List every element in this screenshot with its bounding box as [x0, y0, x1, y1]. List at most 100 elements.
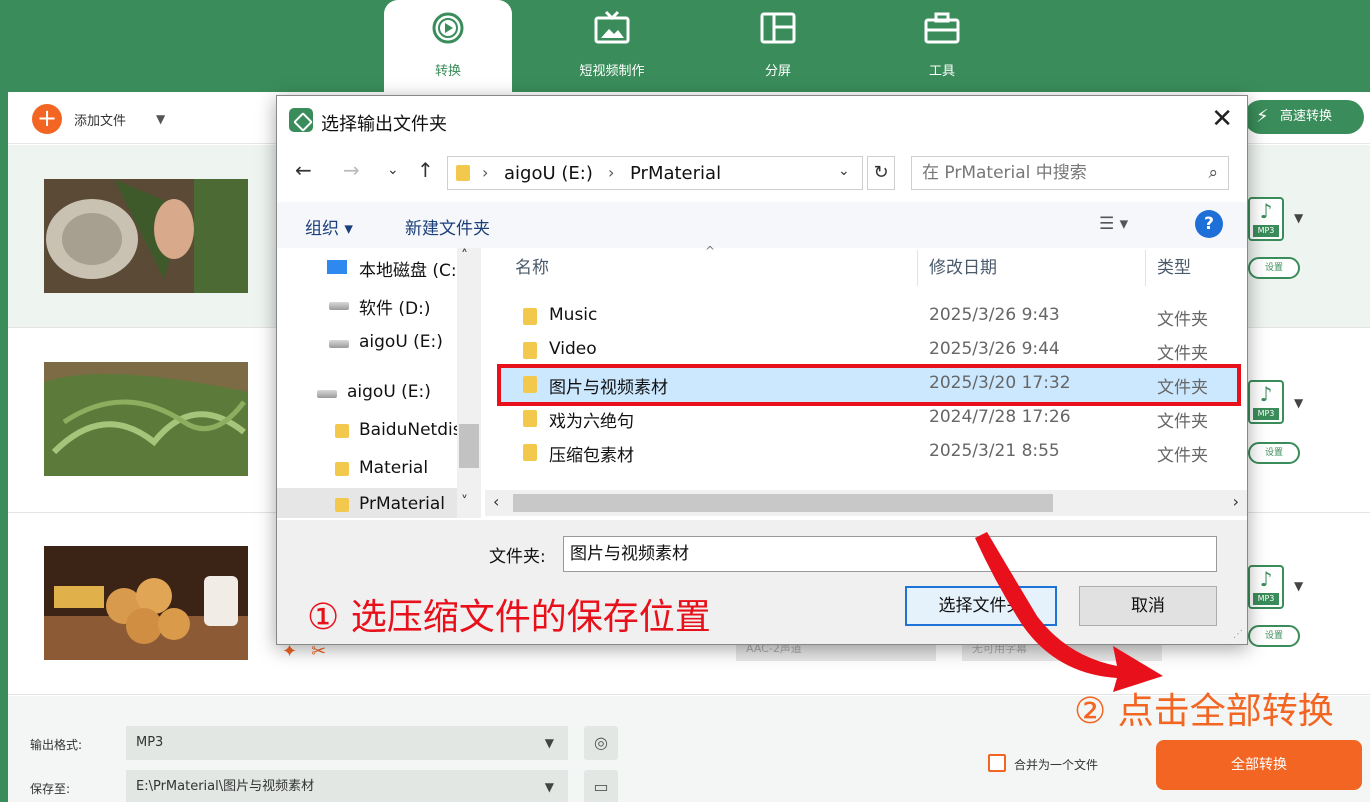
convert-icon [432, 12, 464, 44]
scroll-thumb[interactable] [459, 424, 479, 468]
merge-checkbox[interactable] [988, 754, 1006, 772]
search-input[interactable]: 在 PrMaterial 中搜索 ⌕ [911, 156, 1229, 190]
drive-icon [317, 390, 337, 398]
app-logo-icon [289, 108, 313, 132]
chevron-down-icon: ▼ [544, 780, 554, 794]
chevron-down-icon[interactable]: ▼ [1294, 579, 1303, 593]
column-header-type[interactable]: 类型 [1157, 248, 1191, 288]
video-thumbnail[interactable] [44, 362, 248, 476]
folder-icon [335, 498, 349, 512]
format-settings-icon[interactable]: ◎ [584, 726, 618, 760]
chevron-down-icon[interactable]: ▼ [1294, 396, 1303, 410]
tree-scrollbar[interactable]: ˄ ˅ [457, 248, 481, 518]
tv-icon [594, 10, 630, 44]
format-mp3-icon[interactable]: ♪ MP3 [1248, 197, 1284, 241]
recent-dropdown-icon[interactable]: ⌄ [387, 162, 399, 178]
merge-label[interactable]: 合并为一个文件 [1014, 756, 1098, 773]
save-to-label: 保存至: [30, 782, 71, 796]
refresh-icon[interactable]: ↻ [867, 156, 895, 190]
tab-tools[interactable]: 工具 [878, 0, 1006, 92]
top-nav-bar: 转换 短视频制作 分屏 工具 [0, 0, 1370, 92]
scroll-right-icon[interactable]: › [1233, 492, 1239, 511]
file-row-poem[interactable]: 戏为六绝句 2024/7/28 17:26 文件夹 [501, 402, 1237, 436]
select-folder-dialog: 选择输出文件夹 ✕ ← → ⌄ ↑ › aigoU (E:) › PrMater… [276, 95, 1248, 692]
column-header-date[interactable]: 修改日期 [929, 248, 997, 288]
drive-icon [329, 302, 349, 310]
tree-item-drive-d[interactable]: 软件 (D:) [277, 288, 457, 322]
format-mp3-icon[interactable]: ♪ MP3 [1248, 565, 1284, 609]
breadcrumb-separator: › [608, 163, 615, 182]
horizontal-scrollbar[interactable]: ‹ › [485, 490, 1247, 516]
column-divider[interactable] [1145, 250, 1146, 286]
folder-icon [335, 462, 349, 476]
fast-convert-label: 高速转换 [1280, 109, 1333, 124]
open-folder-icon[interactable]: ▭ [584, 770, 618, 802]
breadcrumb-folder[interactable]: PrMaterial [630, 163, 721, 184]
new-folder-button[interactable]: 新建文件夹 [405, 214, 490, 239]
tree-item-material[interactable]: Material [277, 452, 457, 486]
dialog-title-bar: 选择输出文件夹 ✕ [277, 96, 1247, 144]
tab-label: 转换 [434, 64, 461, 79]
folder-icon [523, 376, 537, 393]
music-note-icon: ♪ [1259, 382, 1273, 406]
tree-item-prmaterial[interactable]: PrMaterial [277, 488, 457, 518]
scroll-up-icon[interactable]: ˄ [461, 248, 468, 264]
add-file-label[interactable]: 添加文件 [74, 110, 126, 129]
column-header-name[interactable]: 名称 [515, 248, 549, 288]
chevron-down-icon[interactable]: ▼ [156, 112, 165, 126]
file-row-archive[interactable]: 压缩包素材 2025/3/21 8:55 文件夹 [501, 436, 1237, 470]
search-icon: ⌕ [1208, 163, 1218, 183]
video-thumbnail[interactable] [44, 179, 248, 293]
format-mp3-icon[interactable]: ♪ MP3 [1248, 380, 1284, 424]
tab-split-screen[interactable]: 分屏 [714, 0, 842, 92]
tab-short-video[interactable]: 短视频制作 [548, 0, 676, 92]
file-row-selected[interactable]: 图片与视频素材 2025/3/20 17:32 文件夹 [497, 364, 1241, 406]
save-path-select[interactable]: E:\PrMaterial\图片与视频素材 ▼ [126, 770, 568, 802]
windows-drive-icon [327, 260, 347, 274]
breadcrumb-drive[interactable]: aigoU (E:) [504, 163, 593, 184]
split-screen-icon [760, 12, 796, 44]
output-format-select[interactable]: MP3 ▼ [126, 726, 568, 760]
scroll-thumb[interactable] [513, 494, 1053, 512]
tree-item-baidunetdisk[interactable]: BaiduNetdisk [277, 414, 457, 448]
file-row-music[interactable]: Music 2025/3/26 9:43 文件夹 [501, 300, 1237, 334]
scroll-left-icon[interactable]: ‹ [493, 492, 499, 511]
settings-button[interactable]: 设置 [1248, 625, 1300, 647]
resize-grip-icon[interactable]: ⋰ [1233, 629, 1243, 640]
settings-button[interactable]: 设置 [1248, 257, 1300, 279]
add-file-button[interactable]: + [32, 104, 62, 134]
command-bar: 组织 ▾ 新建文件夹 ☰ ▾ ? [277, 202, 1247, 248]
help-icon[interactable]: ? [1195, 210, 1223, 238]
tree-item-drive-e-root[interactable]: aigoU (E:) [277, 376, 457, 410]
annotation-step1: ① 选压缩文件的保存位置 [307, 597, 711, 638]
dialog-title: 选择输出文件夹 [321, 114, 447, 135]
close-icon[interactable]: ✕ [1211, 104, 1233, 134]
drive-icon [329, 340, 349, 348]
chevron-down-icon[interactable]: ▼ [1294, 211, 1303, 225]
scroll-down-icon[interactable]: ˅ [461, 494, 468, 510]
back-arrow-icon[interactable]: ← [295, 158, 312, 182]
tree-item-drive-c[interactable]: 本地磁盘 (C:) [277, 250, 457, 284]
video-thumbnail[interactable] [44, 546, 248, 660]
settings-button[interactable]: 设置 [1248, 442, 1300, 464]
chevron-down-icon[interactable]: ⌄ [838, 163, 850, 179]
folder-icon [523, 444, 537, 461]
folder-icon [523, 308, 537, 325]
fast-convert-button[interactable]: ⚡ 高速转换 [1244, 100, 1364, 134]
chevron-down-icon: ▼ [544, 736, 554, 750]
file-list: ^ 名称 修改日期 类型 Music 2025/3/26 9:43 文件夹 Vi… [485, 244, 1247, 518]
lightning-icon: ⚡ [1256, 106, 1269, 127]
forward-arrow-icon[interactable]: → [343, 158, 360, 182]
organize-menu[interactable]: 组织 ▾ [305, 214, 353, 239]
convert-all-button[interactable]: 全部转换 [1156, 740, 1362, 790]
file-row-video[interactable]: Video 2025/3/26 9:44 文件夹 [501, 334, 1237, 368]
address-bar[interactable]: › aigoU (E:) › PrMaterial ⌄ [447, 156, 863, 190]
column-divider[interactable] [917, 250, 918, 286]
tab-label: 短视频制作 [579, 64, 645, 79]
tree-item-drive-e[interactable]: aigoU (E:) [277, 326, 457, 360]
folder-icon [523, 410, 537, 427]
music-note-icon: ♪ [1259, 199, 1273, 223]
tab-convert[interactable]: 转换 [384, 0, 512, 92]
up-arrow-icon[interactable]: ↑ [417, 158, 434, 182]
view-options-icon[interactable]: ☰ ▾ [1099, 214, 1128, 234]
